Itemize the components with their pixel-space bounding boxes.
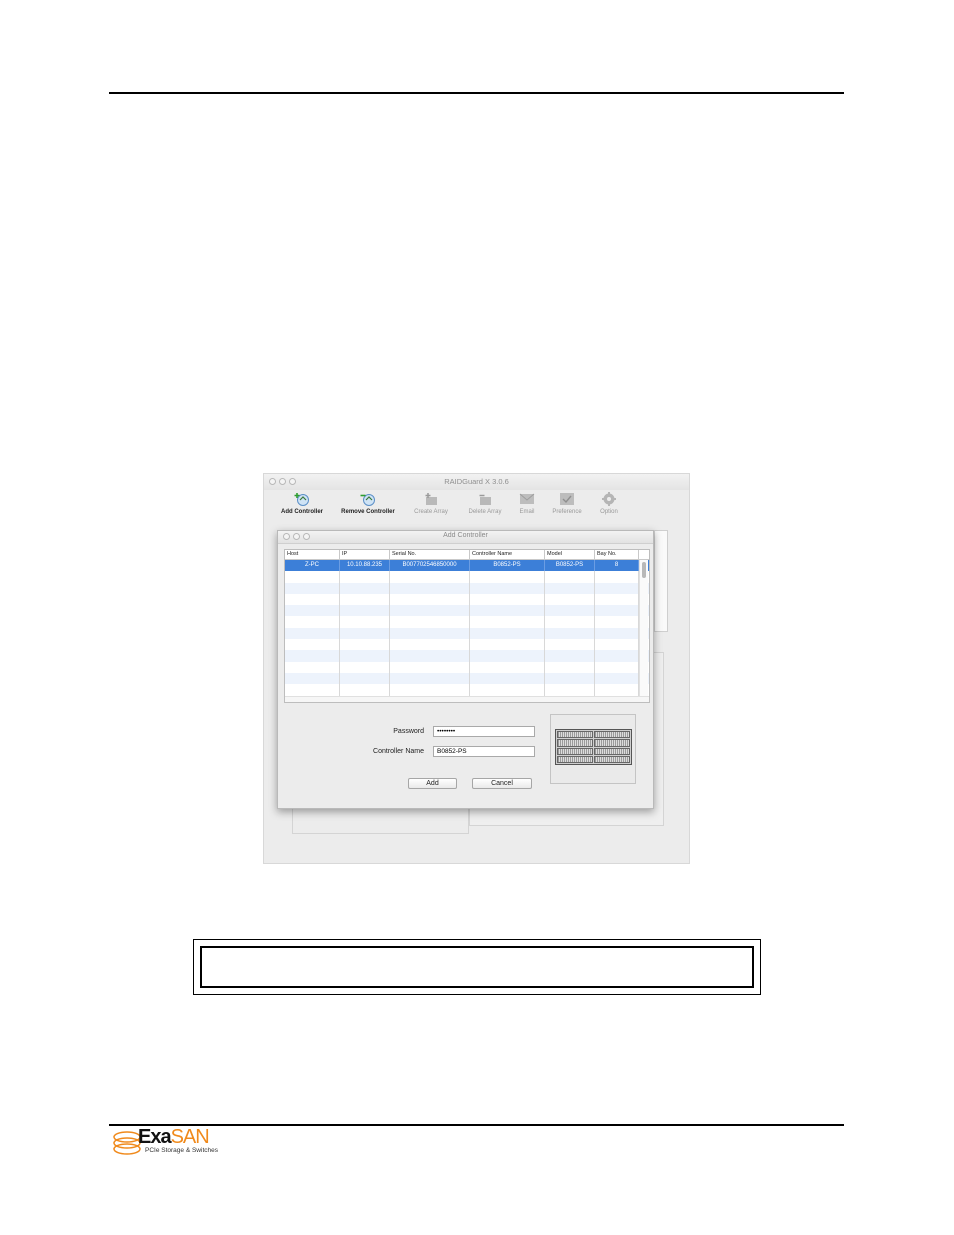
column-header[interactable]: IP (340, 550, 390, 559)
header-rule (109, 92, 844, 94)
drive-bay-grid (555, 729, 632, 765)
drive-slot (594, 731, 630, 739)
column-header[interactable]: Model (545, 550, 595, 559)
table-row[interactable]: Z-PC 10.10.88.235 B007702546850000 B0852… (285, 560, 649, 572)
toolbar: Add Controller Remove Controller Create … (264, 490, 689, 524)
table-horizontal-scrollbar[interactable] (285, 696, 649, 702)
enclosure-bay-preview (550, 714, 636, 784)
empty-row (285, 593, 649, 606)
empty-row (285, 661, 649, 673)
empty-row (285, 627, 649, 640)
add-button[interactable]: Add (408, 778, 457, 789)
delete-array-label: Delete Array (468, 509, 502, 515)
logo-tagline: PCIe Storage & Switches (145, 1147, 218, 1154)
add-controller-button[interactable]: Add Controller (278, 492, 326, 515)
preference-button[interactable]: Preference (547, 492, 587, 515)
preference-icon (560, 493, 574, 505)
table-header: Host IP Serial No. Controller Name Model… (285, 550, 649, 560)
logo-wordmark: ExaSAN (138, 1126, 210, 1149)
footer-rule (109, 1124, 844, 1126)
controller-name-cell: B0852-PS (470, 560, 545, 572)
logo-exa: Exa (138, 1126, 172, 1148)
empty-row (285, 684, 649, 696)
host-cell: Z-PC (285, 560, 340, 572)
add-controller-label: Add Controller (281, 509, 323, 515)
delete-array-icon (479, 494, 491, 505)
email-button[interactable]: Email (515, 492, 539, 515)
drive-slot (594, 739, 630, 747)
logo-san: SAN (170, 1126, 210, 1148)
add-controller-icon (294, 493, 309, 506)
delete-array-button[interactable]: Delete Array (463, 492, 507, 515)
password-field[interactable]: •••••••• (433, 726, 535, 737)
option-label: Option (600, 509, 618, 515)
empty-row (285, 650, 649, 662)
table-vertical-scrollbar[interactable] (639, 560, 648, 702)
empty-row (285, 571, 649, 583)
password-label: Password (393, 728, 424, 735)
dialog-titlebar: Add Controller (278, 531, 653, 544)
ip-cell: 10.10.88.235 (340, 560, 390, 572)
remove-controller-label: Remove Controller (341, 509, 395, 515)
note-box (193, 939, 761, 995)
empty-row (285, 616, 649, 628)
background-panel (654, 530, 668, 632)
drive-slot (594, 747, 630, 755)
add-controller-dialog: Add Controller Host IP Serial No. Contro… (277, 530, 654, 809)
remove-controller-icon (360, 494, 375, 506)
drive-slot (557, 755, 593, 763)
option-gear-icon (602, 492, 616, 506)
scrollbar-thumb[interactable] (642, 562, 646, 578)
preference-label: Preference (552, 509, 582, 515)
drive-slot (557, 731, 593, 739)
create-array-icon (425, 493, 437, 505)
column-header[interactable]: Controller Name (470, 550, 545, 559)
empty-row (285, 605, 649, 617)
remove-controller-button[interactable]: Remove Controller (337, 492, 399, 515)
note-box-inner (200, 946, 754, 988)
cancel-button[interactable]: Cancel (472, 778, 532, 789)
column-header[interactable]: Host (285, 550, 340, 559)
controller-name-field[interactable]: B0852-PS (433, 746, 535, 757)
exasan-logo: ExaSAN PCIe Storage & Switches (112, 1126, 232, 1158)
column-header[interactable]: Serial No. (390, 550, 470, 559)
option-button[interactable]: Option (596, 492, 622, 515)
drive-slot (557, 739, 593, 747)
empty-row (285, 672, 649, 685)
serial-cell: B007702546850000 (390, 560, 470, 572)
email-label: Email (519, 509, 535, 515)
drive-slot (594, 755, 630, 763)
window-title: RAIDGuard X 3.0.6 (444, 477, 509, 486)
raidguard-window: RAIDGuard X 3.0.6 Add Controller Remove … (263, 473, 690, 864)
window-titlebar: RAIDGuard X 3.0.6 (264, 474, 689, 490)
email-icon (519, 493, 535, 504)
empty-row (285, 639, 649, 651)
dialog-title: Add Controller (443, 532, 488, 539)
controller-name-label: Controller Name (373, 748, 424, 755)
controller-table: Host IP Serial No. Controller Name Model… (284, 549, 650, 703)
create-array-label: Create Array (414, 509, 448, 515)
model-cell: B0852-PS (545, 560, 595, 572)
drive-slot (557, 747, 593, 755)
column-header[interactable]: Bay No. (595, 550, 639, 559)
create-array-button[interactable]: Create Array (409, 492, 453, 515)
empty-row (285, 582, 649, 594)
bay-cell: 8 (595, 560, 639, 572)
